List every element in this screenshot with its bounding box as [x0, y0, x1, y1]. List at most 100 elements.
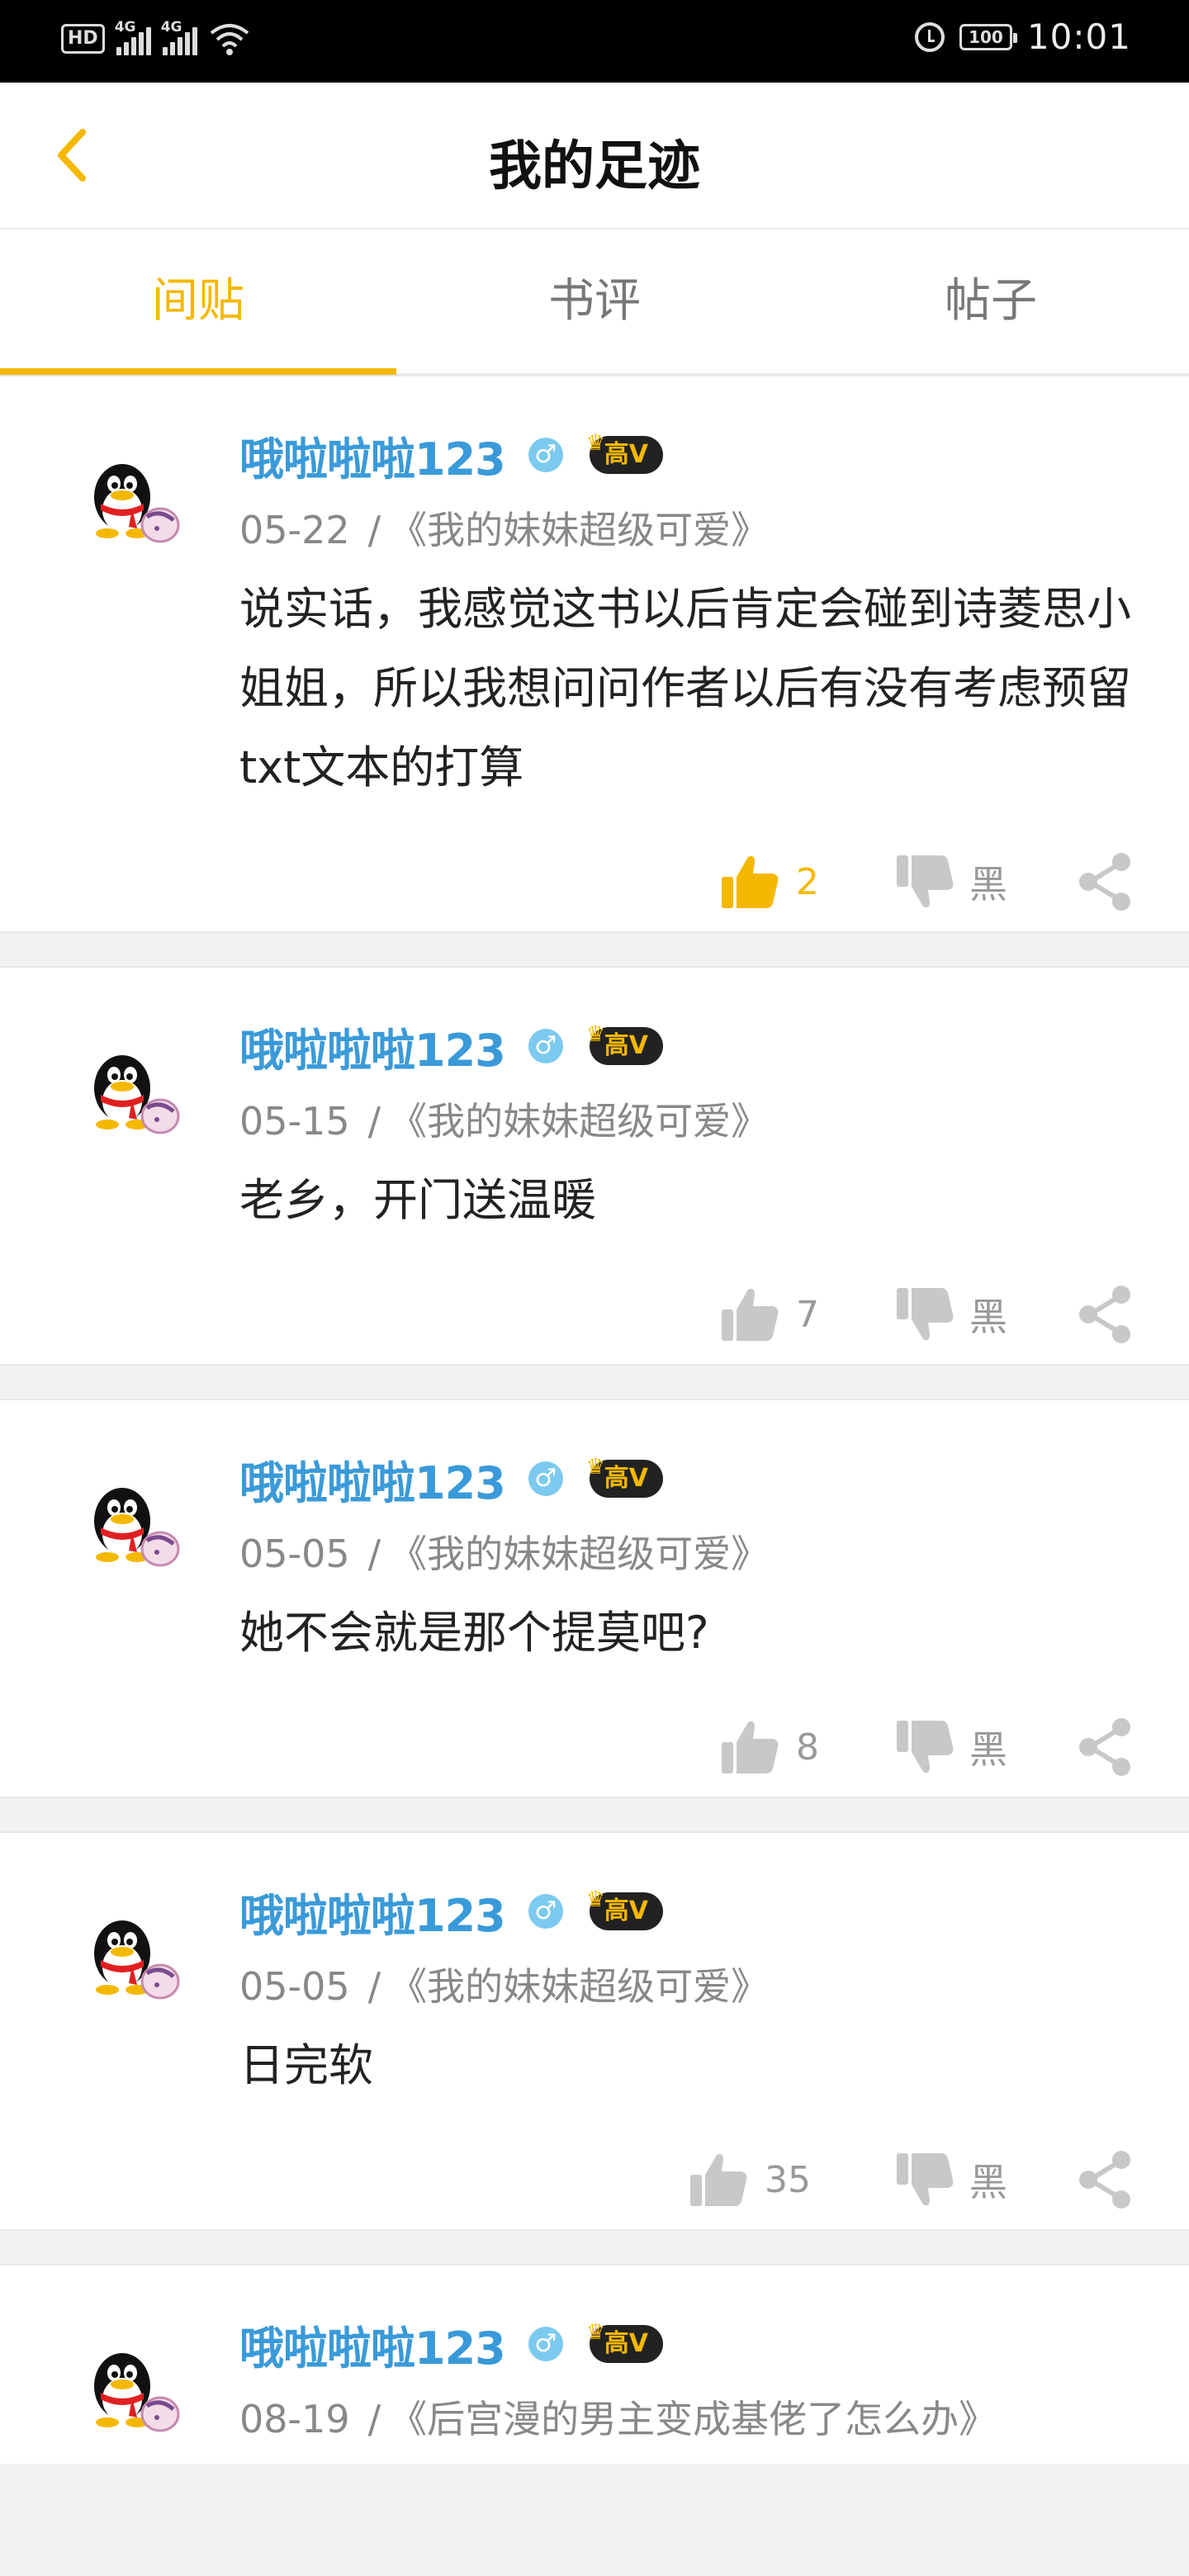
share-icon	[1079, 1286, 1130, 1343]
list-item[interactable]: 哦啦啦啦123 ♂ ♛ 高V 05-05/《我的妹妹超级可爱》 她不会就是那个提莫…	[0, 1399, 1189, 1798]
thumbs-down-icon	[897, 2153, 954, 2206]
post-content: 说实话，我感觉这书以后肯定会碰到诗菱思小姐姐，所以我想问问作者以后有没有考虑预留…	[239, 583, 1131, 793]
post-date: 05-22	[239, 508, 350, 552]
list-item[interactable]: 哦啦啦啦123 ♂ ♛ 高V 08-19/《后宫漫的男主变成基佬了怎么办》	[0, 2264, 1189, 2464]
like-button[interactable]: 2	[718, 849, 819, 915]
crown-icon: ♛	[585, 2320, 606, 2345]
book-title-link[interactable]: 《我的妹妹超级可爱》	[389, 1964, 769, 2009]
share-icon	[1079, 853, 1130, 911]
post-date: 08-19	[239, 2397, 350, 2441]
username[interactable]: 哦啦啦啦123	[239, 1879, 506, 1944]
action-bar: 7 黑	[239, 1240, 1136, 1364]
thumbs-up-icon	[722, 1721, 779, 1773]
dislike-label: 黑	[969, 1295, 1007, 1339]
book-title-link[interactable]: 《我的妹妹超级可爱》	[389, 1099, 769, 1144]
signal-icon: 4G	[161, 19, 197, 55]
hd-indicator: HD	[61, 24, 105, 54]
like-count: 8	[796, 1726, 819, 1769]
alarm-icon	[914, 21, 945, 52]
share-icon	[1079, 2151, 1130, 2209]
wifi-icon	[210, 24, 249, 55]
post-date: 05-15	[239, 1099, 350, 1144]
action-bar: 8 黑	[239, 1673, 1136, 1797]
avatar[interactable]	[79, 1907, 187, 2015]
dislike-button[interactable]: 黑	[893, 1714, 1007, 1780]
thumbs-up-icon	[722, 1288, 779, 1341]
male-gender-icon: ♂	[528, 1894, 563, 1929]
thumbs-up-icon	[690, 2153, 747, 2206]
dislike-label: 黑	[969, 862, 1007, 907]
post-date: 05-05	[239, 1532, 350, 1576]
vip-badge: ♛ 高V	[586, 431, 663, 474]
crown-icon: ♛	[585, 431, 606, 456]
tab-posts[interactable]: 帖子	[793, 230, 1189, 373]
thumbs-up-icon	[722, 855, 779, 908]
list-item[interactable]: 哦啦啦啦123 ♂ ♛ 高V 05-05/《我的妹妹超级可爱》 日完软 35 黑	[0, 1831, 1189, 2231]
vip-badge: ♛ 高V	[586, 1455, 663, 1498]
post-meta: 05-05/《我的妹妹超级可爱》	[239, 1964, 770, 2009]
list-item[interactable]: 哦啦啦啦123 ♂ ♛ 高V 05-15/《我的妹妹超级可爱》 老乡，开门送温暖 …	[0, 966, 1189, 1366]
like-count: 35	[765, 2158, 811, 2201]
crown-icon: ♛	[585, 1455, 606, 1480]
tab-jiantie[interactable]: 间贴	[0, 230, 396, 375]
thumbs-down-icon	[897, 855, 954, 908]
list-item[interactable]: 哦啦啦啦123 ♂ ♛ 高V 05-22/《我的妹妹超级可爱》 说实话，我感觉这书…	[0, 375, 1189, 933]
vip-badge: ♛ 高V	[586, 1887, 663, 1930]
like-count: 7	[796, 1293, 819, 1336]
username[interactable]: 哦啦啦啦123	[239, 2312, 506, 2377]
thumbs-down-icon	[897, 1288, 954, 1341]
post-meta: 08-19/《后宫漫的男主变成基佬了怎么办》	[239, 2397, 997, 2441]
status-bar: HD 4G 4G 100 10:01	[0, 0, 1189, 83]
vip-badge: ♛ 高V	[586, 1022, 663, 1065]
tab-book-review[interactable]: 书评	[396, 230, 793, 373]
male-gender-icon: ♂	[528, 438, 563, 472]
avatar[interactable]	[79, 451, 187, 558]
dislike-button[interactable]: 黑	[893, 2147, 1007, 2213]
share-button[interactable]	[1073, 1281, 1136, 1347]
avatar[interactable]	[79, 1475, 187, 1582]
post-meta: 05-15/《我的妹妹超级可爱》	[239, 1099, 770, 1144]
battery-icon: 100	[959, 23, 1017, 50]
crown-icon: ♛	[585, 1022, 606, 1047]
username[interactable]: 哦啦啦啦123	[239, 1447, 506, 1512]
avatar[interactable]	[79, 2340, 187, 2447]
clock: 10:01	[1026, 17, 1131, 57]
username[interactable]: 哦啦啦啦123	[239, 1014, 506, 1079]
avatar[interactable]	[79, 1042, 187, 1149]
action-bar: 2 黑	[239, 807, 1136, 931]
share-icon	[1079, 1718, 1130, 1776]
page-title: 我的足迹	[489, 136, 700, 197]
thumbs-down-icon	[897, 1721, 954, 1773]
book-title-link[interactable]: 《我的妹妹超级可爱》	[389, 1532, 769, 1576]
like-button[interactable]: 35	[687, 2147, 811, 2213]
action-bar: 35 黑	[239, 2105, 1136, 2229]
crown-icon: ♛	[585, 1887, 606, 1912]
dislike-button[interactable]: 黑	[893, 1281, 1007, 1347]
male-gender-icon: ♂	[528, 1461, 563, 1496]
share-button[interactable]	[1073, 849, 1136, 915]
signal-icon: 4G	[115, 19, 151, 55]
username[interactable]: 哦啦啦啦123	[239, 423, 506, 488]
post-content: 老乡，开门送温暖	[239, 1174, 596, 1226]
post-list: 哦啦啦啦123 ♂ ♛ 高V 05-22/《我的妹妹超级可爱》 说实话，我感觉这书…	[0, 375, 1189, 2497]
book-title-link[interactable]: 《我的妹妹超级可爱》	[389, 508, 769, 552]
vip-badge: ♛ 高V	[586, 2320, 663, 2363]
dislike-label: 黑	[969, 2160, 1007, 2204]
share-button[interactable]	[1073, 2147, 1136, 2213]
like-count: 2	[796, 860, 819, 903]
dislike-button[interactable]: 黑	[893, 849, 1007, 915]
app-header: 我的足迹	[0, 83, 1189, 230]
post-meta: 05-22/《我的妹妹超级可爱》	[239, 508, 770, 552]
post-content: 日完软	[239, 2039, 373, 2091]
post-date: 05-05	[239, 1964, 350, 2009]
dislike-label: 黑	[969, 1727, 1007, 1772]
like-button[interactable]: 7	[718, 1281, 819, 1347]
like-button[interactable]: 8	[718, 1714, 819, 1780]
male-gender-icon: ♂	[528, 2327, 563, 2361]
post-meta: 05-05/《我的妹妹超级可爱》	[239, 1532, 770, 1576]
tab-bar: 间贴 书评 帖子	[0, 230, 1189, 375]
post-content: 她不会就是那个提莫吧?	[239, 1607, 709, 1659]
book-title-link[interactable]: 《后宫漫的男主变成基佬了怎么办》	[389, 2397, 997, 2441]
male-gender-icon: ♂	[528, 1029, 563, 1063]
share-button[interactable]	[1073, 1714, 1136, 1780]
